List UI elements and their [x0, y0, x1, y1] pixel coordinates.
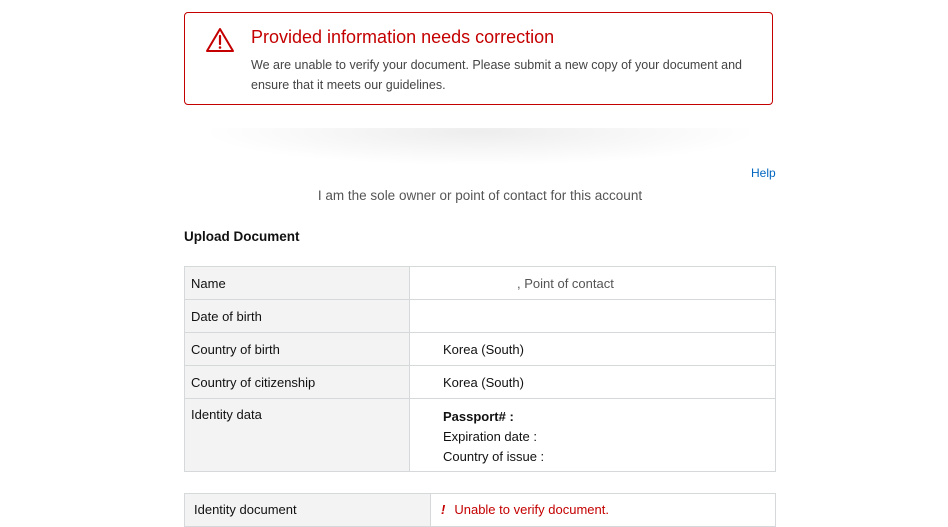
table-row: Date of birth — [184, 299, 776, 333]
identity-document-status: ! Unable to verify document. — [430, 493, 776, 527]
identity-document-label: Identity document — [184, 493, 431, 527]
identity-document-table: Identity document ! Unable to verify docu… — [184, 493, 776, 527]
row-label-country-of-birth: Country of birth — [184, 332, 410, 366]
alert-title: Provided information needs correction — [251, 27, 555, 47]
country-of-citizenship-value: Korea (South) — [409, 365, 776, 399]
error-alert-box: Provided information needs correction We… — [184, 12, 773, 105]
table-row: Identity data Passport# : Expiration dat… — [184, 398, 776, 472]
owner-statement: I am the sole owner or point of contact … — [317, 188, 643, 203]
identity-info-table: Name , Point of contact Date of birth Co… — [184, 266, 776, 472]
help-link[interactable]: Help — [751, 166, 776, 180]
table-row: Identity document ! Unable to verify docu… — [184, 493, 776, 527]
row-label-name: Name — [184, 266, 410, 300]
passport-number-label: Passport# : — [443, 409, 514, 424]
alert-message: We are unable to verify your document. P… — [251, 58, 743, 92]
section-divider-shadow — [200, 128, 760, 166]
row-label-country-of-citizenship: Country of citizenship — [184, 365, 410, 399]
table-row: Country of birth Korea (South) — [184, 332, 776, 366]
name-value: , Point of contact — [517, 276, 614, 291]
error-exclamation-icon: ! — [441, 502, 446, 517]
upload-document-heading: Upload Document — [184, 229, 300, 244]
row-label-date-of-birth: Date of birth — [184, 299, 410, 333]
expiration-date-label: Expiration date : — [443, 429, 537, 444]
warning-triangle-icon — [205, 27, 235, 53]
identity-document-status-text: Unable to verify document. — [454, 502, 609, 517]
identity-data-value: Passport# : Expiration date : Country of… — [409, 398, 776, 472]
row-label-identity-data: Identity data — [184, 398, 410, 472]
date-of-birth-value — [409, 299, 776, 333]
table-row: Country of citizenship Korea (South) — [184, 365, 776, 399]
country-of-issue-label: Country of issue : — [443, 449, 545, 464]
table-row: Name , Point of contact — [184, 266, 776, 300]
country-of-birth-value: Korea (South) — [409, 332, 776, 366]
